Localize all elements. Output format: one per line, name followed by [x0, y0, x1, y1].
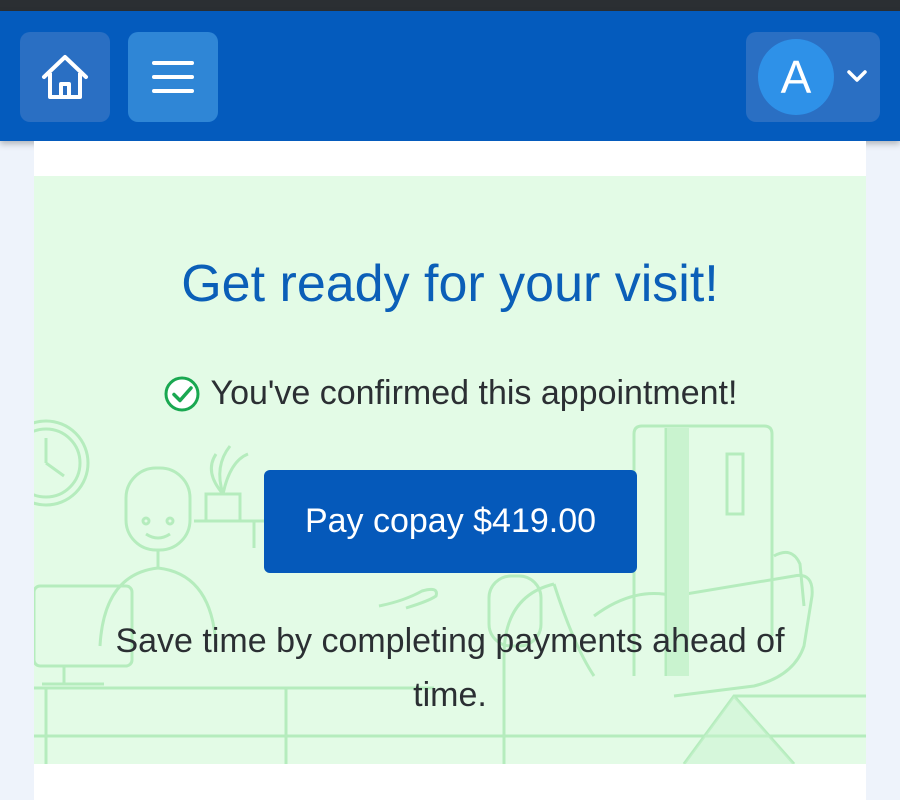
account-menu-button[interactable]: A: [746, 32, 880, 122]
status-strip: [0, 0, 900, 11]
menu-button[interactable]: [128, 32, 218, 122]
pay-copay-button[interactable]: Pay copay $419.00: [264, 470, 637, 573]
avatar: A: [758, 39, 834, 115]
page-title: Get ready for your visit!: [181, 255, 719, 313]
visit-prep-panel: Get ready for your visit! You've confirm…: [34, 176, 866, 764]
top-navigation-bar: A: [0, 11, 900, 141]
hamburger-menu-icon: [152, 61, 194, 93]
chevron-down-icon: [847, 70, 867, 82]
confirmation-status: You've confirmed this appointment!: [34, 374, 866, 413]
check-circle-icon: [164, 376, 200, 411]
home-button[interactable]: [20, 32, 110, 122]
confirmation-text: You've confirmed this appointment!: [210, 374, 738, 412]
visit-card: Get ready for your visit! You've confirm…: [34, 141, 866, 800]
home-icon: [42, 55, 88, 99]
payment-info-text: Save time by completing payments ahead o…: [115, 622, 785, 714]
